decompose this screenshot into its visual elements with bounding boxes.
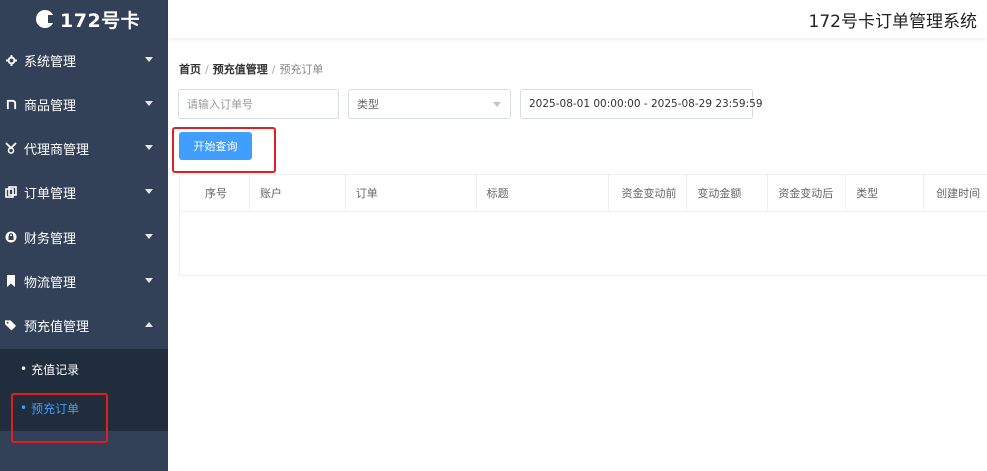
column-header: 标题 <box>477 175 610 211</box>
chevron-down-icon <box>145 278 153 283</box>
order-number-input[interactable] <box>178 89 339 119</box>
menu-item-logistics[interactable]: 物流管理 <box>0 266 168 296</box>
type-select[interactable]: 类型 <box>348 89 511 119</box>
column-header: 类型 <box>846 175 925 211</box>
column-header: 资金变动后 <box>768 175 847 211</box>
menu-label: 系统管理 <box>24 54 77 70</box>
submenu-item-recharge-records[interactable]: • 充值记录 <box>0 357 168 381</box>
menu-label: 预充值管理 <box>24 319 90 335</box>
column-header: 资金变动前 <box>609 175 688 211</box>
bookmark-icon <box>5 275 17 287</box>
chevron-down-icon <box>145 189 153 194</box>
column-header: 创建时间 <box>936 187 981 200</box>
breadcrumb-current: 预充订单 <box>279 63 324 76</box>
tag-icon <box>5 319 17 331</box>
data-table: 序号 账户 订单 标题 资金变动前 变动金额 资金变动后 类型 创建时间 <box>179 174 987 276</box>
menu-label: 代理商管理 <box>24 142 90 158</box>
chevron-down-icon <box>493 102 501 107</box>
header: 172号卡订单管理系统 <box>168 0 987 38</box>
column-header: 账户 <box>250 175 346 211</box>
chevron-up-icon <box>145 322 153 327</box>
menu-item-product[interactable]: 商品管理 <box>0 89 168 119</box>
submenu-label: 充值记录 <box>31 362 80 377</box>
breadcrumb: 首页 / 预充值管理 / 预充订单 <box>179 63 324 76</box>
date-range-picker[interactable]: 2025-08-01 00:00:00 - 2025-08-29 23:59:5… <box>520 89 763 119</box>
menu-label: 物流管理 <box>24 275 77 291</box>
order-icon <box>5 186 17 198</box>
sidebar: 172号卡 系统管理 商品管理 代理商管理 订单管理 财务管理 物流管理 预充值… <box>0 0 168 471</box>
bullet-icon: • <box>20 362 28 376</box>
menu-label: 商品管理 <box>24 98 77 114</box>
logo-text: 172号卡 <box>60 9 141 32</box>
menu-item-order[interactable]: 订单管理 <box>0 177 168 207</box>
agent-icon <box>5 142 17 154</box>
menu-label: 订单管理 <box>24 186 77 202</box>
menu-item-agent[interactable]: 代理商管理 <box>0 133 168 163</box>
finance-icon <box>5 231 17 243</box>
logo[interactable]: 172号卡 <box>0 0 168 38</box>
breadcrumb-home[interactable]: 首页 <box>179 63 201 76</box>
gear-icon <box>5 54 17 66</box>
logo-icon <box>36 10 56 28</box>
chevron-down-icon <box>145 57 153 62</box>
type-select-value: 类型 <box>357 98 379 111</box>
column-header: 订单 <box>346 175 477 211</box>
chevron-down-icon <box>145 145 153 150</box>
product-icon <box>5 98 17 110</box>
page-title: 172号卡订单管理系统 <box>808 12 977 32</box>
highlight-box <box>172 127 276 173</box>
highlight-box <box>11 393 108 443</box>
table-header: 序号 账户 订单 标题 资金变动前 变动金额 资金变动后 类型 创建时间 <box>180 175 987 212</box>
chevron-down-icon <box>145 234 153 239</box>
column-header: 变动金额 <box>687 175 769 211</box>
menu-item-system[interactable]: 系统管理 <box>0 45 168 75</box>
menu-item-finance[interactable]: 财务管理 <box>0 222 168 252</box>
menu-item-precharge[interactable]: 预充值管理 <box>0 310 168 340</box>
menu-label: 财务管理 <box>24 231 77 247</box>
chevron-down-icon <box>145 101 153 106</box>
column-header: 序号 <box>180 175 250 211</box>
breadcrumb-precharge[interactable]: 预充值管理 <box>213 63 268 76</box>
date-range-value: 2025-08-01 00:00:00 - 2025-08-29 23:59:5… <box>529 98 763 110</box>
